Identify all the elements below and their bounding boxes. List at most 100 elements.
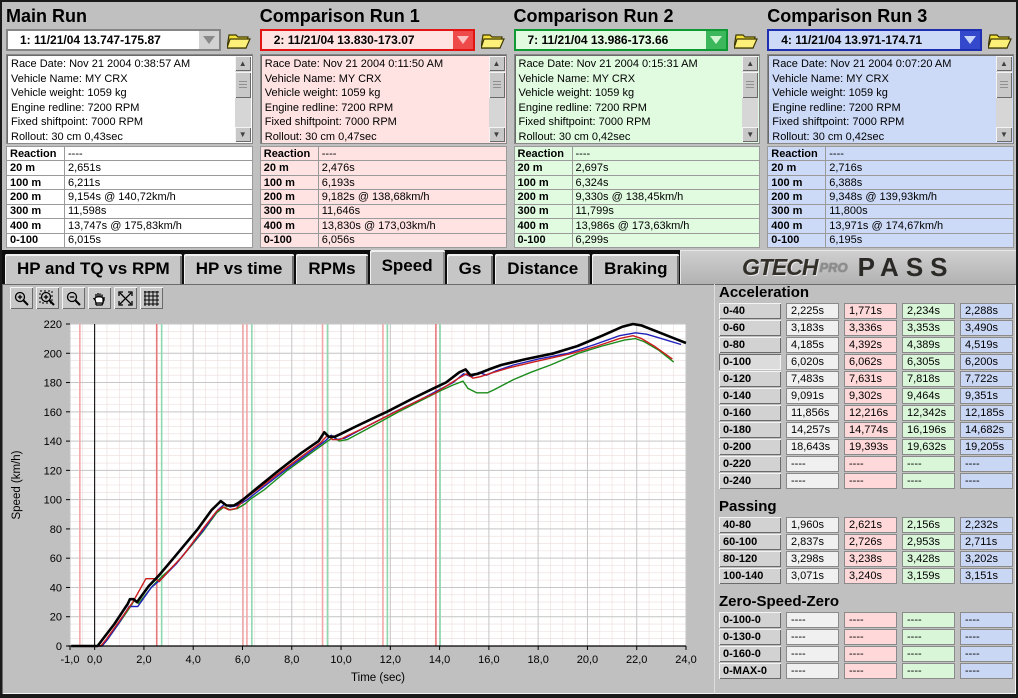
- run-info-box[interactable]: Race Date: Nov 21 2004 0:38:57 AMVehicle…: [6, 54, 253, 144]
- zoom-in-button[interactable]: [10, 287, 33, 309]
- scrollbar-thumb[interactable]: [489, 72, 505, 98]
- run-info-box[interactable]: Race Date: Nov 21 2004 0:11:50 AMVehicle…: [260, 54, 507, 144]
- run-info-box[interactable]: Race Date: Nov 21 2004 0:15:31 AMVehicle…: [514, 54, 761, 144]
- table-row: 20 m2,716s: [768, 161, 1014, 175]
- table-row: 0-18014,257s14,774s16,196s14,682s: [719, 422, 1016, 438]
- table-row: 40-801,960s2,621s2,156s2,232s: [719, 517, 1016, 533]
- range-label-button[interactable]: 80-120: [719, 551, 781, 567]
- run-selector-dropdown[interactable]: 1: 11/21/04 13.747-175.87: [6, 29, 221, 51]
- svg-text:180: 180: [44, 378, 62, 390]
- open-run-file-button[interactable]: [225, 29, 253, 51]
- zoom-box-button[interactable]: [36, 287, 59, 309]
- tab-distance[interactable]: Distance: [495, 254, 590, 284]
- open-run-file-button[interactable]: [986, 29, 1014, 51]
- dropdown-arrow-icon[interactable]: [453, 31, 473, 49]
- scroll-up-arrow-icon[interactable]: ▲: [489, 56, 505, 71]
- tab-speed[interactable]: Speed: [370, 250, 445, 284]
- info-scrollbar[interactable]: ▲▼: [235, 56, 251, 142]
- tab-hp-and-tq-vs-rpm[interactable]: HP and TQ vs RPM: [5, 254, 182, 284]
- scrollbar-thumb[interactable]: [742, 72, 758, 98]
- result-cell: ----: [786, 646, 839, 662]
- info-scrollbar[interactable]: ▲▼: [742, 56, 758, 142]
- svg-text:18,0: 18,0: [527, 654, 548, 666]
- range-label-button[interactable]: 0-160-0: [719, 646, 781, 662]
- range-label-button[interactable]: 0-120: [719, 371, 781, 387]
- fit-button[interactable]: [114, 287, 137, 309]
- result-cell: 14,682s: [960, 422, 1013, 438]
- svg-text:8,0: 8,0: [284, 654, 299, 666]
- tab-braking[interactable]: Braking: [592, 254, 679, 284]
- run-panel-2: Comparison Run 27: 11/21/04 13.986-173.6…: [514, 4, 761, 248]
- range-label-button[interactable]: 0-60: [719, 320, 781, 336]
- open-run-file-button[interactable]: [479, 29, 507, 51]
- run-selector-value: 1: 11/21/04 13.747-175.87: [8, 31, 199, 49]
- range-label-button[interactable]: 0-160: [719, 405, 781, 421]
- result-cell: 2,953s: [902, 534, 955, 550]
- range-label-button[interactable]: 0-MAX-0: [719, 663, 781, 679]
- svg-text:20: 20: [50, 612, 62, 624]
- gtech-pro-pass-logo: GTECHPRO PASS: [680, 250, 1016, 284]
- run-info-line: Vehicle Name: MY CRX: [772, 72, 993, 87]
- speed-vs-time-chart[interactable]: -1,00,02,04,06,08,010,012,014,016,018,02…: [4, 310, 710, 697]
- scroll-down-arrow-icon[interactable]: ▼: [489, 127, 505, 142]
- range-label-button[interactable]: 0-180: [719, 422, 781, 438]
- result-cell: 3,353s: [902, 320, 955, 336]
- range-label-button[interactable]: 0-220: [719, 456, 781, 472]
- scrollbar-thumb[interactable]: [235, 72, 251, 98]
- run-selector-dropdown[interactable]: 2: 11/21/04 13.830-173.07: [260, 29, 475, 51]
- table-row: Reaction----: [7, 147, 253, 161]
- stat-label: 100 m: [7, 175, 65, 189]
- range-label-button[interactable]: 0-100: [719, 354, 781, 370]
- range-label-button[interactable]: 40-80: [719, 517, 781, 533]
- result-cell: 4,389s: [902, 337, 955, 353]
- tab-hp-vs-time[interactable]: HP vs time: [184, 254, 295, 284]
- info-scrollbar[interactable]: ▲▼: [489, 56, 505, 142]
- pan-button[interactable]: [88, 287, 111, 309]
- open-run-file-button[interactable]: [732, 29, 760, 51]
- svg-text:120: 120: [44, 465, 62, 477]
- grid-button[interactable]: [140, 287, 163, 309]
- stat-value: 2,476s: [318, 161, 506, 175]
- range-label-button[interactable]: 60-100: [719, 534, 781, 550]
- result-cell: ----: [844, 473, 897, 489]
- range-label-button[interactable]: 0-80: [719, 337, 781, 353]
- zoom-out-button[interactable]: [62, 287, 85, 309]
- table-row: 400 m13,830s @ 173,03km/h: [260, 219, 506, 233]
- scroll-up-arrow-icon[interactable]: ▲: [235, 56, 251, 71]
- range-label-button[interactable]: 0-100-0: [719, 612, 781, 628]
- range-label-button[interactable]: 0-40: [719, 303, 781, 319]
- svg-text:6,0: 6,0: [235, 654, 250, 666]
- scroll-up-arrow-icon[interactable]: ▲: [996, 56, 1012, 71]
- run-selector-dropdown[interactable]: 4: 11/21/04 13.971-174.71: [767, 29, 982, 51]
- table-row: 20 m2,651s: [7, 161, 253, 175]
- stat-label: 0-100: [768, 233, 826, 247]
- info-scrollbar[interactable]: ▲▼: [996, 56, 1012, 142]
- stat-value: 6,211s: [65, 175, 253, 189]
- range-label-button[interactable]: 0-200: [719, 439, 781, 455]
- stat-value: 9,348s @ 139,93km/h: [826, 190, 1014, 204]
- scroll-down-arrow-icon[interactable]: ▼: [742, 127, 758, 142]
- scrollbar-thumb[interactable]: [996, 72, 1012, 98]
- range-label-button[interactable]: 0-240: [719, 473, 781, 489]
- range-label-button[interactable]: 0-130-0: [719, 629, 781, 645]
- dropdown-arrow-icon[interactable]: [199, 31, 219, 49]
- dropdown-arrow-icon[interactable]: [960, 31, 980, 49]
- run-info-box[interactable]: Race Date: Nov 21 2004 0:07:20 AMVehicle…: [767, 54, 1014, 144]
- tab-rpms[interactable]: RPMs: [296, 254, 367, 284]
- stat-label: Reaction: [768, 147, 826, 161]
- result-cell: 12,185s: [960, 405, 1013, 421]
- range-label-button[interactable]: 100-140: [719, 568, 781, 584]
- scroll-down-arrow-icon[interactable]: ▼: [996, 127, 1012, 142]
- result-cell: 19,205s: [960, 439, 1013, 455]
- result-cell: ----: [960, 629, 1013, 645]
- result-cell: 2,234s: [902, 303, 955, 319]
- run-selector-dropdown[interactable]: 7: 11/21/04 13.986-173.66: [514, 29, 729, 51]
- zoom-box-icon: [39, 290, 56, 307]
- run-info-line: Race Date: Nov 21 2004 0:15:31 AM: [519, 57, 740, 72]
- scroll-down-arrow-icon[interactable]: ▼: [235, 127, 251, 142]
- svg-text:100: 100: [44, 495, 62, 507]
- scroll-up-arrow-icon[interactable]: ▲: [742, 56, 758, 71]
- tab-gs[interactable]: Gs: [447, 254, 494, 284]
- dropdown-arrow-icon[interactable]: [706, 31, 726, 49]
- range-label-button[interactable]: 0-140: [719, 388, 781, 404]
